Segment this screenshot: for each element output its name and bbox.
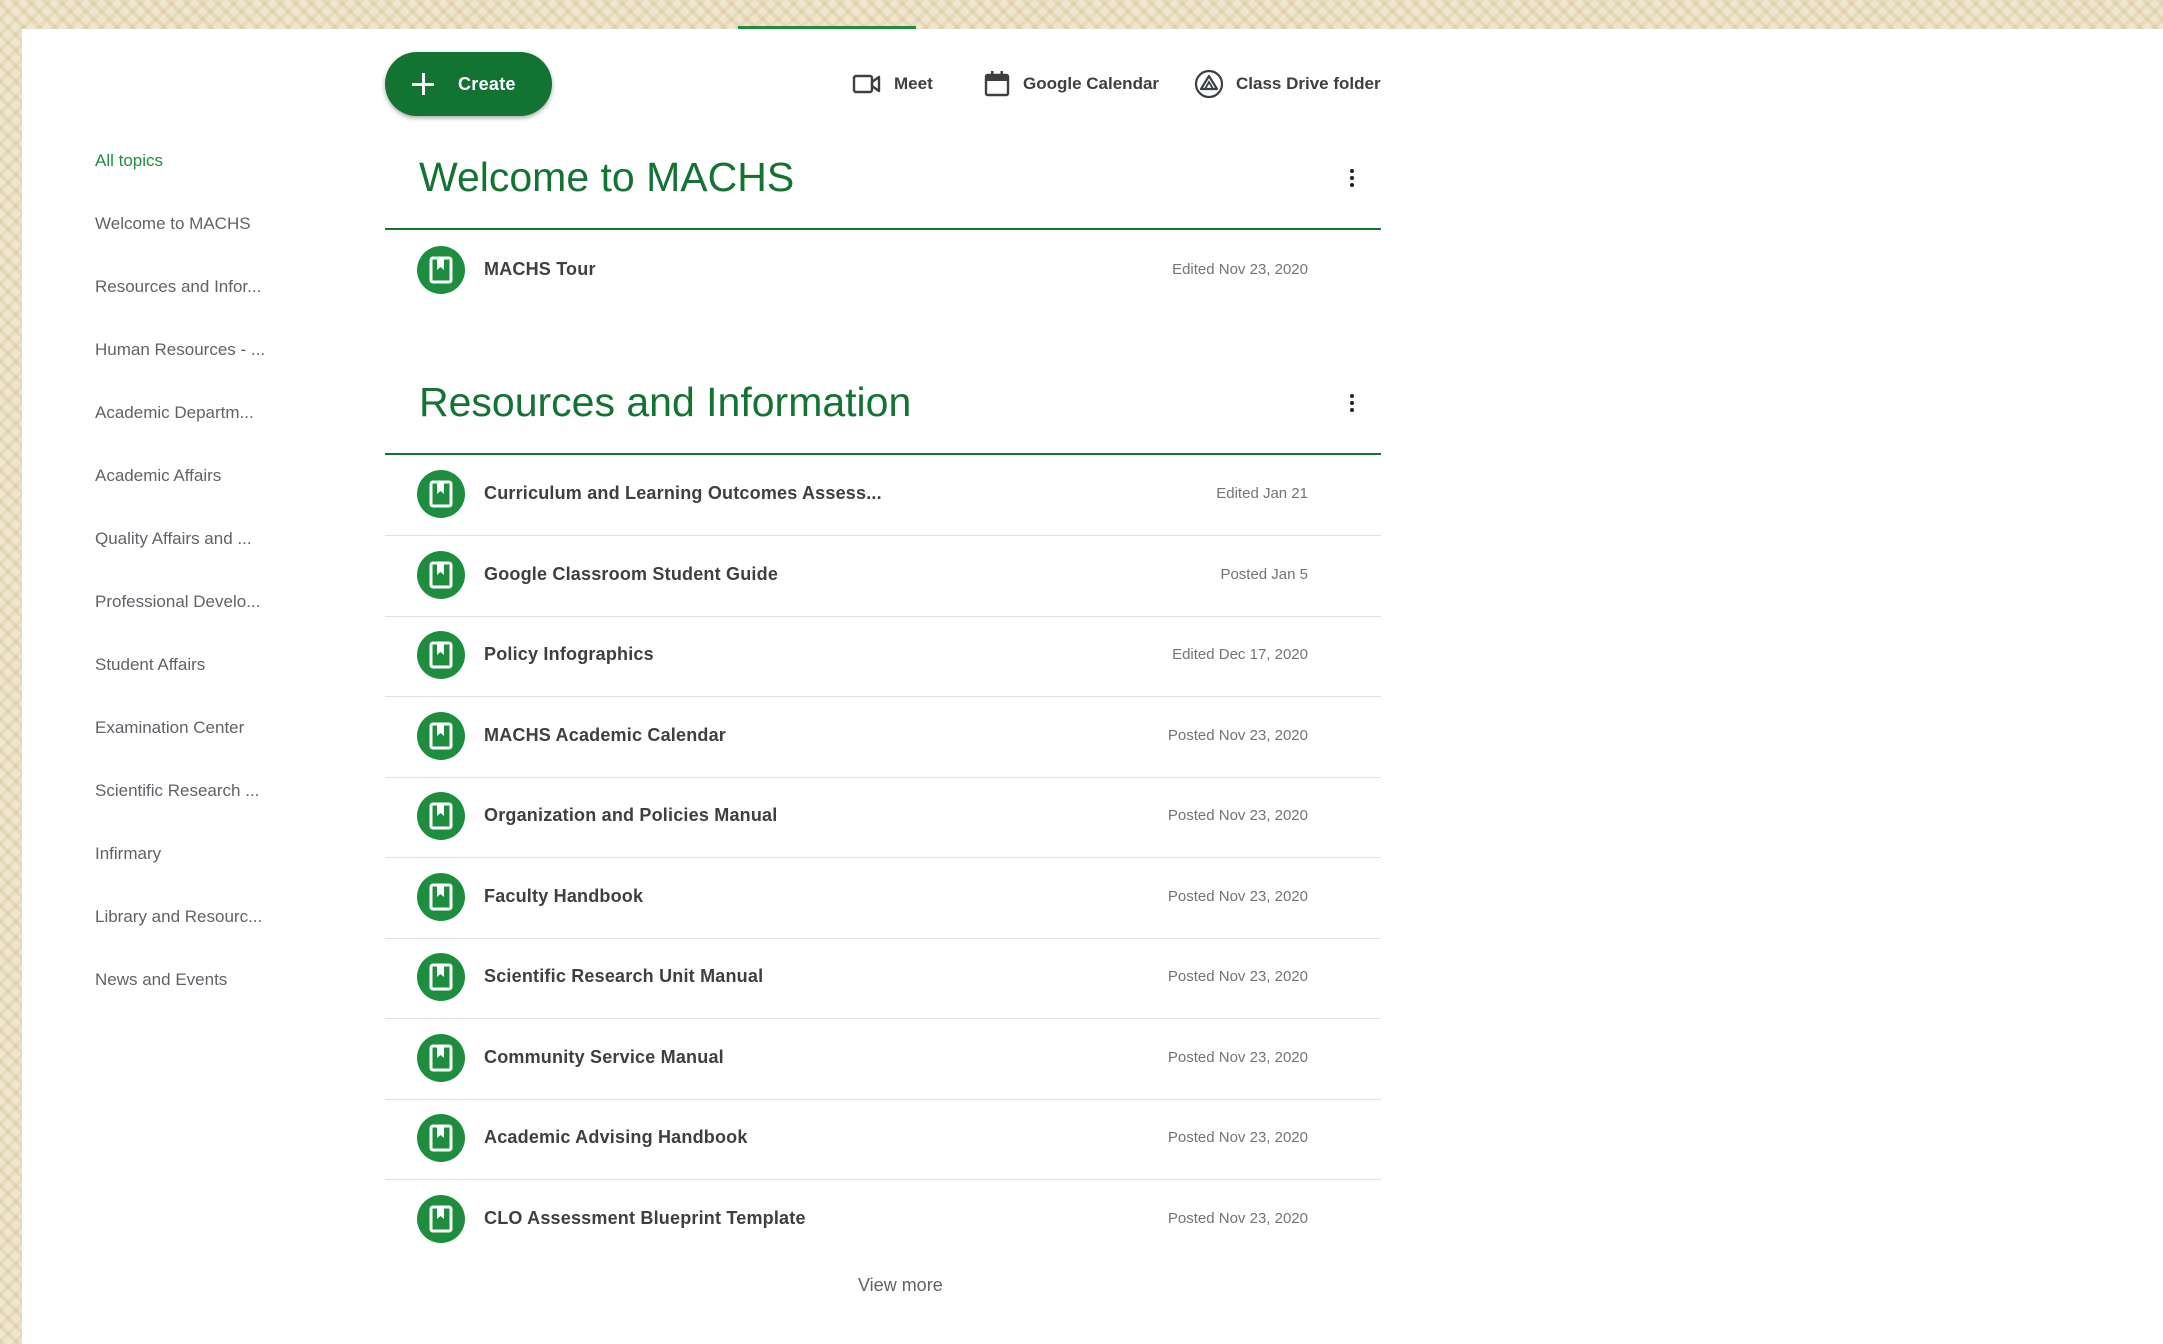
video-camera-icon <box>852 74 881 94</box>
list-item[interactable]: Curriculum and Learning Outcomes Assess.… <box>385 455 1381 536</box>
material-book-icon <box>417 953 465 1001</box>
sidebar-item-resources[interactable]: Resources and Infor... <box>95 265 345 328</box>
material-book-icon <box>417 1114 465 1162</box>
material-book-icon <box>417 470 465 518</box>
list-item[interactable]: Academic Advising Handbook Posted Nov 23… <box>385 1099 1381 1180</box>
sidebar-item-scientific-research[interactable]: Scientific Research ... <box>95 769 345 832</box>
item-date: Posted Nov 23, 2020 <box>1167 968 1308 985</box>
create-button-label: Create <box>458 73 516 94</box>
class-drive-folder-link-label: Class Drive folder <box>1236 74 1381 93</box>
list-item[interactable]: MACHS Academic Calendar Posted Nov 23, 2… <box>385 697 1381 778</box>
material-book-icon <box>417 631 465 679</box>
plus-icon <box>412 73 434 95</box>
material-book-icon <box>417 246 465 294</box>
sidebar-item-academic-affairs[interactable]: Academic Affairs <box>95 454 345 517</box>
item-date: Posted Nov 23, 2020 <box>1167 1129 1308 1146</box>
drive-icon <box>1194 70 1224 98</box>
sidebar-item-welcome[interactable]: Welcome to MACHS <box>95 202 345 265</box>
meet-link-label: Meet <box>894 74 933 93</box>
sidebar-item-infirmary[interactable]: Infirmary <box>95 832 345 895</box>
item-date: Posted Nov 23, 2020 <box>1167 807 1308 824</box>
item-date: Posted Nov 23, 2020 <box>1167 727 1308 744</box>
item-title: CLO Assessment Blueprint Template <box>484 1208 806 1228</box>
item-date: Posted Nov 23, 2020 <box>1167 888 1308 905</box>
more-options-icon[interactable] <box>1340 391 1364 421</box>
section-title: Welcome to MACHS <box>419 154 795 200</box>
list-item[interactable]: CLO Assessment Blueprint Template Posted… <box>385 1180 1381 1260</box>
item-title: Policy Infographics <box>484 644 654 664</box>
sidebar-item-professional-development[interactable]: Professional Develo... <box>95 580 345 643</box>
sidebar-item-library[interactable]: Library and Resourc... <box>95 895 345 958</box>
section-header-resources: Resources and Information <box>385 371 1381 455</box>
material-book-icon <box>417 873 465 921</box>
section-title: Resources and Information <box>419 379 912 425</box>
item-title: MACHS Tour <box>484 259 596 279</box>
sidebar-item-quality-affairs[interactable]: Quality Affairs and ... <box>95 517 345 580</box>
sidebar-item-human-resources[interactable]: Human Resources - ... <box>95 328 345 391</box>
item-title: Faculty Handbook <box>484 886 644 906</box>
list-item[interactable]: Scientific Research Unit Manual Posted N… <box>385 938 1381 1019</box>
item-date: Posted Nov 23, 2020 <box>1167 1210 1308 1227</box>
item-date: Posted Jan 5 <box>1220 566 1308 583</box>
create-button[interactable]: Create <box>385 52 552 116</box>
calendar-icon <box>984 71 1010 97</box>
meet-link[interactable]: Meet <box>852 69 933 99</box>
sidebar-item-all-topics[interactable]: All topics <box>95 139 345 202</box>
view-more-button[interactable]: View more <box>858 1275 943 1296</box>
class-drive-folder-link[interactable]: Class Drive folder <box>1194 69 1381 99</box>
item-title: MACHS Academic Calendar <box>484 725 727 745</box>
sidebar-item-news-events[interactable]: News and Events <box>95 958 345 1021</box>
sidebar-item-examination-center[interactable]: Examination Center <box>95 706 345 769</box>
item-title: Scientific Research Unit Manual <box>484 966 764 986</box>
item-title: Organization and Policies Manual <box>484 805 778 825</box>
material-book-icon <box>417 712 465 760</box>
sidebar-item-student-affairs[interactable]: Student Affairs <box>95 643 345 706</box>
sidebar-item-academic-departments[interactable]: Academic Departm... <box>95 391 345 454</box>
section-header-welcome: Welcome to MACHS <box>385 146 1381 230</box>
google-calendar-link[interactable]: Google Calendar <box>983 69 1159 99</box>
topics-sidebar: All topics Welcome to MACHS Resources an… <box>95 139 345 1021</box>
item-title: Google Classroom Student Guide <box>484 564 779 584</box>
classwork-page: All topics Welcome to MACHS Resources an… <box>22 26 2163 1344</box>
list-item[interactable]: Community Service Manual Posted Nov 23, … <box>385 1019 1381 1100</box>
list-item[interactable]: Google Classroom Student Guide Posted Ja… <box>385 536 1381 617</box>
active-tab-indicator <box>738 26 916 29</box>
material-book-icon <box>417 551 465 599</box>
item-date: Edited Jan 21 <box>1216 485 1308 502</box>
list-item[interactable]: Faculty Handbook Posted Nov 23, 2020 <box>385 858 1381 939</box>
item-title: Curriculum and Learning Outcomes Assess.… <box>484 483 882 503</box>
material-book-icon <box>417 1034 465 1082</box>
item-title: Academic Advising Handbook <box>484 1127 748 1147</box>
google-calendar-link-label: Google Calendar <box>1023 74 1160 93</box>
item-date: Edited Nov 23, 2020 <box>1172 261 1308 278</box>
material-book-icon <box>417 792 465 840</box>
item-title: Community Service Manual <box>484 1047 724 1067</box>
list-item[interactable]: Policy Infographics Edited Dec 17, 2020 <box>385 616 1381 697</box>
list-item[interactable]: Organization and Policies Manual Posted … <box>385 777 1381 858</box>
material-book-icon <box>417 1195 465 1243</box>
item-date: Edited Dec 17, 2020 <box>1172 646 1308 663</box>
more-options-icon[interactable] <box>1340 166 1364 196</box>
item-date: Posted Nov 23, 2020 <box>1167 1049 1308 1066</box>
list-item[interactable]: MACHS Tour Edited Nov 23, 2020 <box>385 231 1381 311</box>
